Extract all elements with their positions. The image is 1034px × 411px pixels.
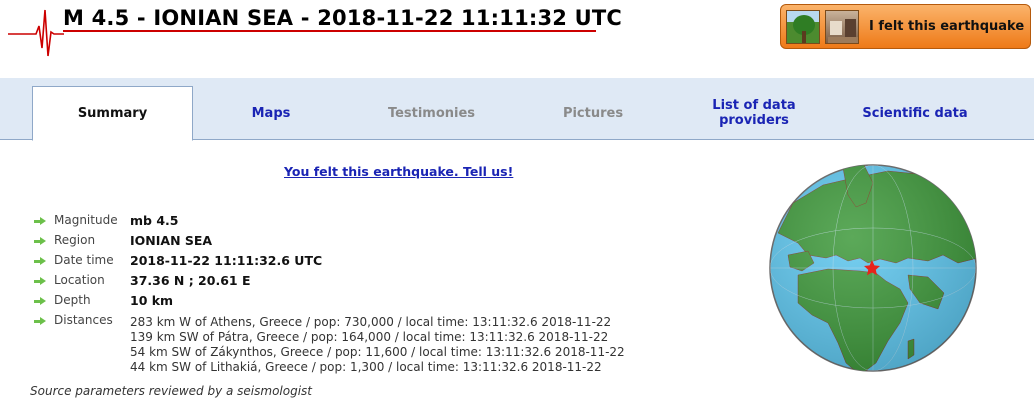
tab-data-providers[interactable]: List of data providers — [672, 86, 836, 140]
tab-maps[interactable]: Maps — [193, 86, 349, 140]
arrow-right-icon — [34, 217, 47, 226]
distance-item: 44 km SW of Lithakiá, Greece / pop: 1,30… — [130, 360, 602, 374]
distances-list: 283 km W of Athens, Greece / pop: 730,00… — [130, 315, 625, 375]
tab-pictures[interactable]: Pictures — [514, 86, 672, 140]
depth-value: 10 km — [130, 293, 174, 308]
source-note: Source parameters reviewed by a seismolo… — [30, 384, 313, 398]
detail-row-distances: Distances 283 km W of Athens, Greece / p… — [34, 313, 625, 375]
felt-earthquake-button[interactable]: I felt this earthquake — [780, 4, 1031, 49]
event-details: Magnitude mb 4.5 Region IONIAN SEA Date … — [34, 213, 625, 375]
distance-item: 283 km W of Athens, Greece / pop: 730,00… — [130, 315, 612, 329]
magnitude-value: mb 4.5 — [130, 213, 179, 228]
tree-photo-icon — [786, 9, 820, 44]
detail-row-location: Location 37.36 N ; 20.61 E — [34, 273, 625, 293]
felt-earthquake-link[interactable]: You felt this earthquake. Tell us! — [284, 164, 513, 179]
detail-label: Magnitude — [54, 213, 118, 227]
tab-summary[interactable]: Summary — [32, 86, 193, 141]
damaged-room-photo-icon — [825, 9, 859, 44]
arrow-right-icon — [34, 297, 47, 306]
tab-scientific-data[interactable]: Scientific data — [836, 86, 994, 140]
tab-bar: Summary Maps Testimonies Pictures List o… — [0, 78, 1034, 141]
arrow-right-icon — [34, 317, 47, 326]
region-value: IONIAN SEA — [130, 233, 213, 248]
globe-epicenter-map — [769, 164, 977, 372]
detail-label: Distances — [54, 313, 113, 327]
detail-row-depth: Depth 10 km — [34, 293, 625, 313]
arrow-right-icon — [34, 257, 47, 266]
detail-row-region: Region IONIAN SEA — [34, 233, 625, 253]
detail-row-magnitude: Magnitude mb 4.5 — [34, 213, 625, 233]
felt-button-label: I felt this earthquake — [869, 19, 1025, 34]
page-title: M 4.5 - IONIAN SEA - 2018-11-22 11:11:32… — [63, 6, 623, 30]
detail-label: Depth — [54, 293, 91, 307]
detail-label: Date time — [54, 253, 114, 267]
seismogram-logo-icon — [8, 9, 64, 57]
distance-item: 139 km SW of Pátra, Greece / pop: 164,00… — [130, 330, 609, 344]
detail-label: Region — [54, 233, 96, 247]
title-underline — [63, 30, 596, 32]
detail-row-datetime: Date time 2018-11-22 11:11:32.6 UTC — [34, 253, 625, 273]
arrow-right-icon — [34, 277, 47, 286]
arrow-right-icon — [34, 237, 47, 246]
tab-testimonies[interactable]: Testimonies — [349, 86, 514, 140]
datetime-value: 2018-11-22 11:11:32.6 UTC — [130, 253, 323, 268]
page-header: M 4.5 - IONIAN SEA - 2018-11-22 11:11:32… — [0, 0, 1034, 78]
location-value: 37.36 N ; 20.61 E — [130, 273, 251, 288]
distance-item: 54 km SW of Zákynthos, Greece / pop: 11,… — [130, 345, 625, 359]
detail-label: Location — [54, 273, 105, 287]
